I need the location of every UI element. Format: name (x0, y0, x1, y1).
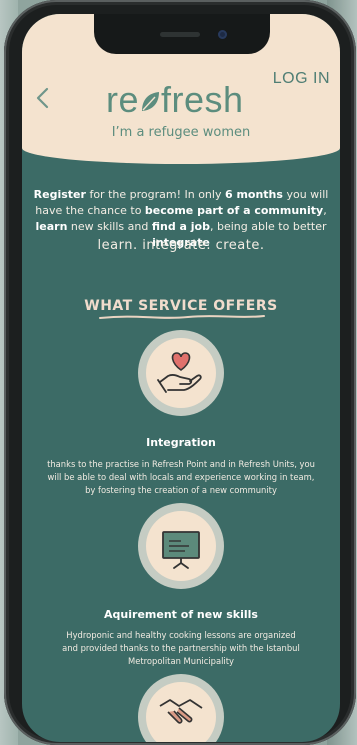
service-integration-icon[interactable] (138, 330, 224, 416)
handshake-icon (159, 699, 203, 724)
icon-badge (146, 338, 216, 408)
service-desc-line: thanks to the practise in Refresh Point … (47, 459, 315, 469)
refresh-logo: re fresh (106, 78, 276, 122)
intro-register[interactable]: Register (34, 188, 86, 201)
service-title: Integration (146, 436, 216, 449)
service-desc-line: by fostering the creation of a new commu… (85, 485, 277, 495)
intro-text-part: , being able to better (210, 220, 327, 233)
service-partnership-icon[interactable] (138, 674, 224, 742)
service-description: Hydroponic and healthy cooking lessons a… (30, 629, 332, 668)
speaker-grille (160, 32, 200, 37)
section-title: WHAT SERVICE OFFERS (84, 298, 278, 314)
app-screen: re fresh LOG IN I’m a refugee women Regi… (22, 14, 340, 742)
logo-text-re: re (106, 79, 140, 120)
phone-frame: re fresh LOG IN I’m a refugee women Regi… (4, 0, 356, 745)
chevron-left-icon (36, 87, 49, 109)
service-desc-line: Metropolitan Municipality (128, 656, 234, 666)
leaf-icon (142, 92, 160, 111)
service-desc-line: Hydroponic and healthy cooking lessons a… (66, 630, 296, 640)
intro-text-part: , (323, 204, 327, 217)
tagline: I’m a refugee women (111, 125, 251, 140)
intro-highlight: learn (35, 220, 68, 233)
service-description: thanks to the practise in Refresh Point … (30, 458, 332, 497)
front-camera (218, 30, 227, 39)
intro-text-part: for the program! In only (85, 188, 225, 201)
service-title: Aquirement of new skills (104, 608, 258, 621)
intro-highlight: become part of a community (144, 204, 324, 217)
motto-text: learn. integrate. create. (97, 238, 265, 253)
login-button[interactable]: LOG IN (273, 70, 330, 88)
presentation-board-icon (162, 531, 200, 569)
logo-text-fresh: fresh (161, 79, 244, 120)
back-button[interactable] (32, 86, 56, 110)
heart-hand-icon (157, 352, 202, 393)
phone-notch (94, 14, 270, 54)
intro-highlight: find a job (151, 220, 210, 233)
icon-badge (146, 511, 216, 581)
service-desc-line: and provided thanks to the partnership w… (62, 643, 300, 653)
title-underline (99, 315, 265, 319)
service-skills-icon[interactable] (138, 503, 224, 589)
icon-badge (146, 682, 216, 742)
intro-text-part: new skills and (67, 220, 152, 233)
intro-highlight: 6 months (224, 188, 283, 201)
service-desc-line: will be able to deal with locals and exp… (47, 472, 315, 482)
